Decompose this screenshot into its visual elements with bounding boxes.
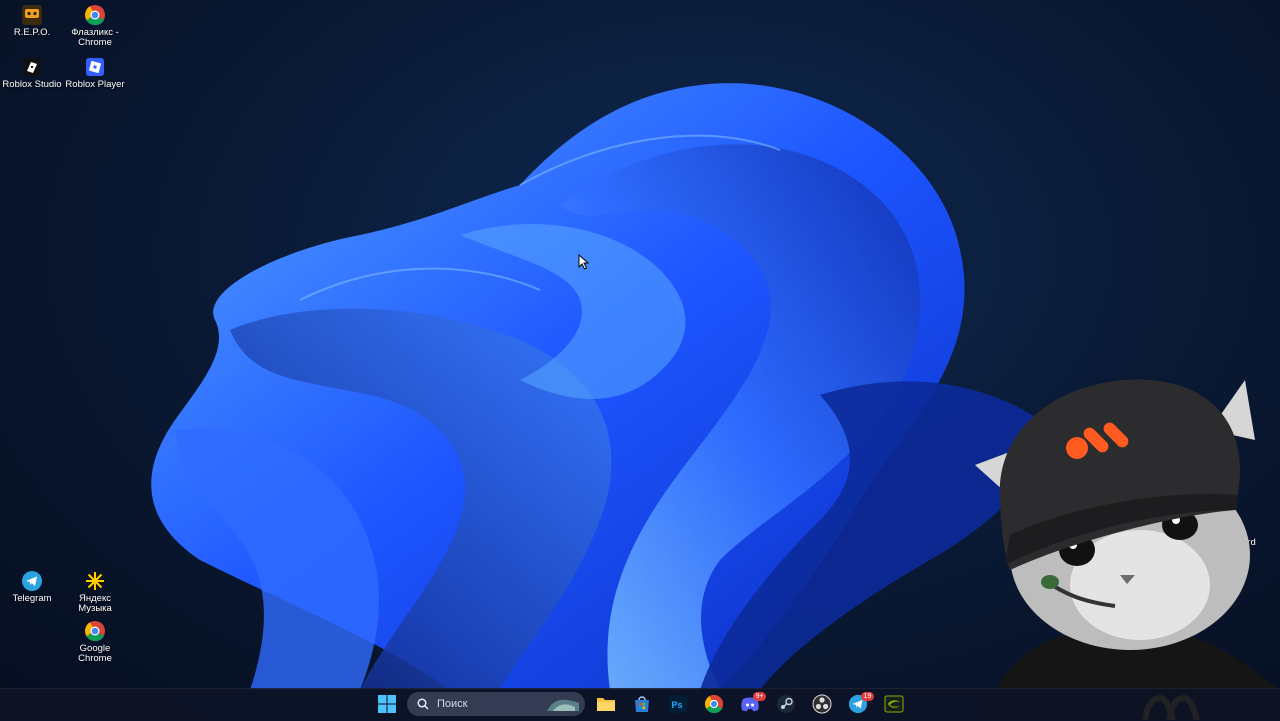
desktop-icon-google-chrome[interactable]: Google Chrome <box>63 620 127 664</box>
chrome-icon <box>85 5 105 26</box>
roblox-player-icon <box>86 58 104 76</box>
desktop-icon-flazliks-chrome[interactable]: Флазликс - Chrome <box>63 4 127 48</box>
taskbar-start-button[interactable] <box>375 693 399 715</box>
obs-icon <box>812 694 832 714</box>
desktop-icon-label: Google Chrome <box>78 643 112 664</box>
roblox-studio-icon <box>23 58 41 76</box>
taskbar-telegram[interactable]: 19 <box>846 692 874 715</box>
chrome-icon <box>704 694 724 714</box>
telegram-icon <box>22 571 42 591</box>
desktop-icon-yandex-music[interactable]: Яндекс Музыка <box>63 570 127 614</box>
mouse-cursor-icon <box>578 254 590 270</box>
svg-text:Ps: Ps <box>672 700 683 710</box>
taskbar-microsoft-store[interactable] <box>630 693 654 715</box>
taskbar-nvidia[interactable] <box>882 693 906 715</box>
taskbar-search-input[interactable]: Поиск <box>407 692 585 716</box>
taskbar-steam[interactable] <box>774 693 798 715</box>
desktop-icon-label: Telegram <box>12 593 52 604</box>
store-icon <box>635 696 649 712</box>
search-placeholder: Поиск <box>437 698 468 710</box>
desktop-icon-label: Roblox Player <box>65 79 125 90</box>
desktop-icon-label: Флазликс - Chrome <box>71 27 119 48</box>
folder-icon <box>597 698 615 711</box>
yandex-music-icon <box>86 572 104 590</box>
taskbar-photoshop[interactable]: Ps <box>666 693 690 715</box>
webcam-overlay-cat <box>975 379 1280 720</box>
telegram-notification-badge: 19 <box>861 692 874 701</box>
photoshop-icon: Ps <box>669 695 687 713</box>
desktop-icon-roblox-studio[interactable]: Roblox Studio <box>0 56 64 90</box>
chrome-icon <box>85 621 105 642</box>
taskbar-chrome[interactable] <box>702 693 726 715</box>
desktop-icon-label: Яндекс Музыка <box>78 593 112 614</box>
desktop-icon-telegram[interactable]: Telegram <box>0 570 64 604</box>
desktop-icon-roblox-player[interactable]: Roblox Player <box>63 56 127 90</box>
desktop-icon-repo[interactable]: R.E.P.O. <box>0 4 64 38</box>
search-icon <box>417 698 429 710</box>
taskbar-discord[interactable]: 9+ <box>738 692 766 715</box>
repo-icon <box>22 5 42 25</box>
windows-start-icon <box>378 695 396 713</box>
taskbar-file-explorer[interactable] <box>594 693 618 715</box>
taskbar-obs[interactable] <box>810 693 834 715</box>
desktop-icon-label: R.E.P.O. <box>13 27 51 38</box>
desktop-icon-label: Roblox Studio <box>2 79 62 90</box>
search-highlight-icon <box>547 699 579 711</box>
discord-notification-badge: 9+ <box>753 692 766 701</box>
nvidia-icon <box>884 695 904 713</box>
steam-icon <box>777 695 795 713</box>
